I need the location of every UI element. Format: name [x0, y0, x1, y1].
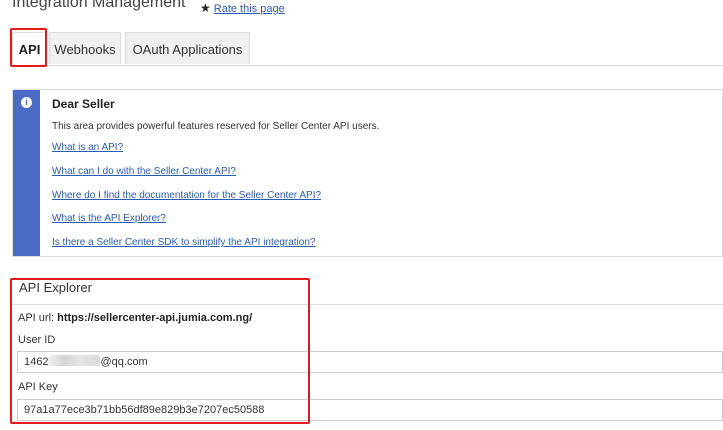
- page-title: Integration Management: [12, 0, 186, 11]
- info-panel: i Dear Seller This area provides powerfu…: [12, 89, 723, 257]
- link-what-can-i-do[interactable]: What can I do with the Seller Center API…: [52, 166, 236, 177]
- highlight-box-api-tab: [10, 28, 47, 67]
- info-panel-sidebar: i: [13, 90, 40, 256]
- rate-this-page: ★ Rate this page: [200, 1, 285, 15]
- tab-bar: API Webhooks OAuth Applications: [12, 32, 723, 66]
- link-documentation[interactable]: Where do I find the documentation for th…: [52, 190, 321, 201]
- info-title: Dear Seller: [52, 97, 115, 111]
- tab-oauth-applications[interactable]: OAuth Applications: [125, 32, 250, 64]
- link-what-is-api[interactable]: What is an API?: [52, 142, 123, 153]
- rate-this-page-link[interactable]: Rate this page: [214, 3, 285, 15]
- info-text: This area provides powerful features res…: [52, 121, 380, 132]
- star-icon: ★: [200, 1, 211, 15]
- highlight-box-api-explorer: [10, 278, 310, 424]
- link-seller-center-sdk[interactable]: Is there a Seller Center SDK to simplify…: [52, 237, 315, 248]
- info-icon: i: [21, 97, 32, 108]
- tab-webhooks[interactable]: Webhooks: [49, 32, 121, 64]
- link-api-explorer[interactable]: What is the API Explorer?: [52, 213, 166, 224]
